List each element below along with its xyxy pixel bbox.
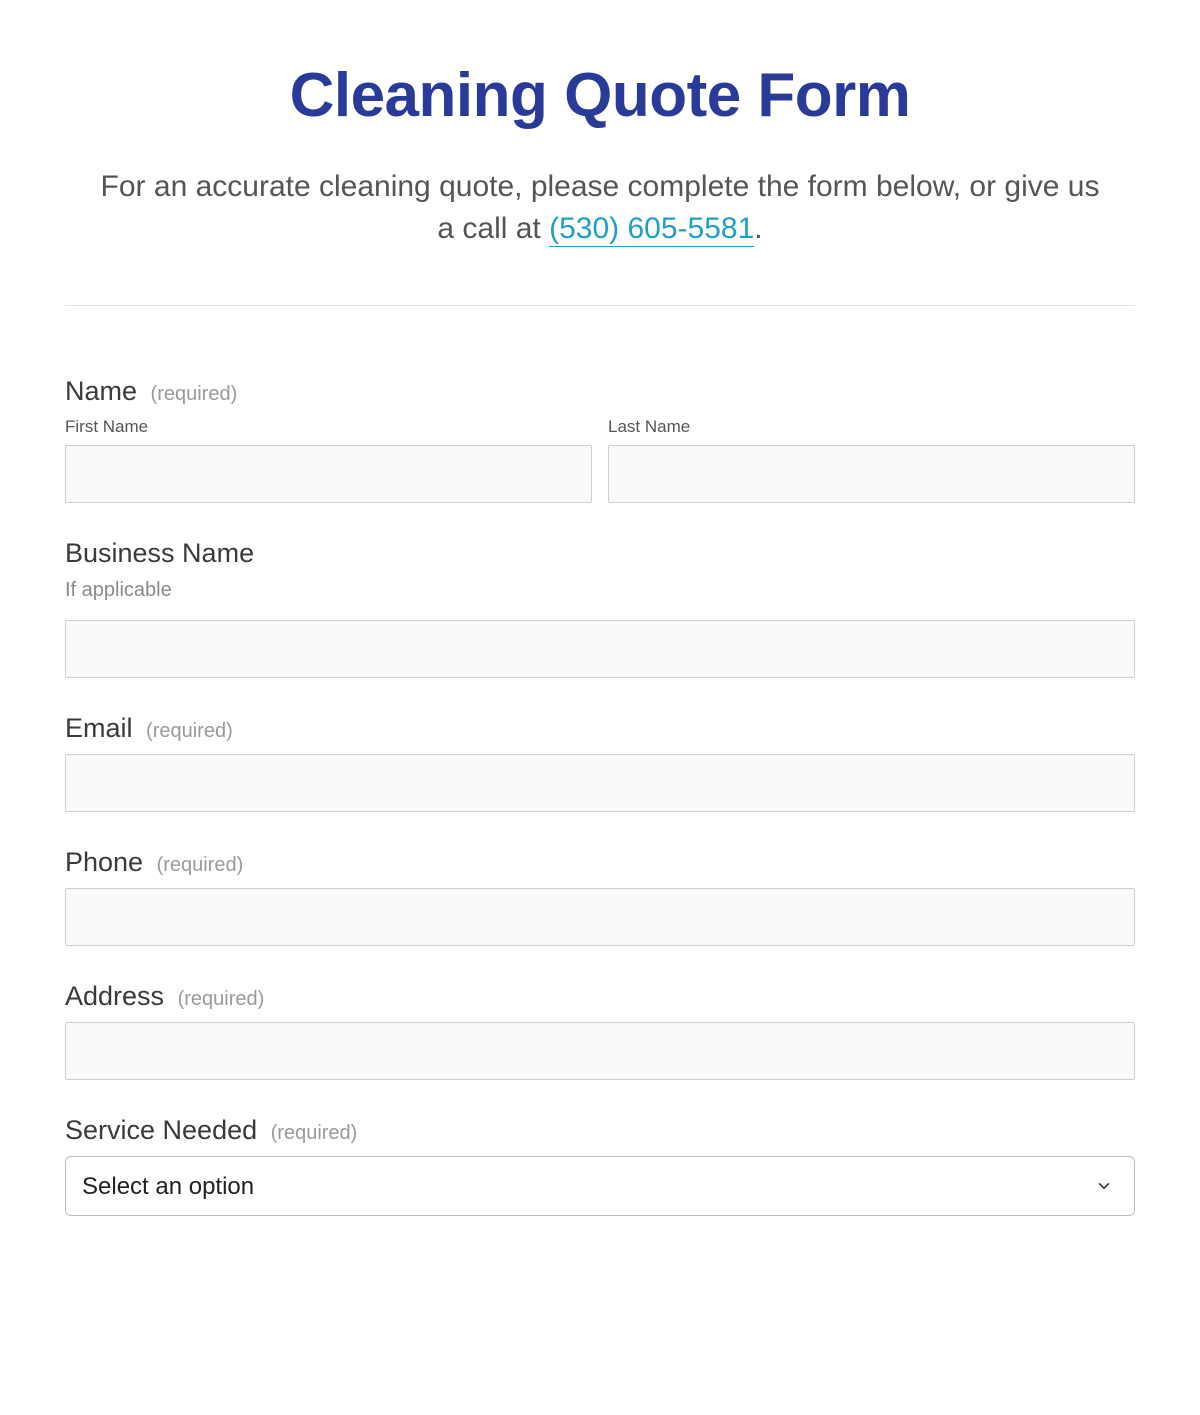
phone-link[interactable]: (530) 605-5581 — [549, 212, 754, 247]
phone-label: Phone (required) — [65, 847, 1135, 878]
service-select[interactable]: Select an option — [65, 1156, 1135, 1216]
first-name-sublabel: First Name — [65, 417, 592, 437]
email-input[interactable] — [65, 754, 1135, 812]
business-hint: If applicable — [65, 579, 1135, 602]
address-input[interactable] — [65, 1022, 1135, 1080]
page-title: Cleaning Quote Form — [65, 60, 1135, 131]
business-field-group: Business Name If applicable — [65, 538, 1135, 678]
phone-label-text: Phone — [65, 847, 143, 877]
address-label: Address (required) — [65, 981, 1135, 1012]
last-name-sublabel: Last Name — [608, 417, 1135, 437]
name-label: Name (required) — [65, 376, 1135, 407]
required-tag: (required) — [271, 1122, 358, 1144]
phone-field-group: Phone (required) — [65, 847, 1135, 946]
name-label-text: Name — [65, 376, 137, 406]
required-tag: (required) — [151, 383, 238, 405]
required-tag: (required) — [146, 720, 233, 742]
service-label-text: Service Needed — [65, 1115, 257, 1145]
address-field-group: Address (required) — [65, 981, 1135, 1080]
service-label: Service Needed (required) — [65, 1115, 1135, 1146]
business-name-input[interactable] — [65, 620, 1135, 678]
divider — [65, 305, 1135, 306]
email-field-group: Email (required) — [65, 713, 1135, 812]
required-tag: (required) — [157, 854, 244, 876]
phone-input[interactable] — [65, 888, 1135, 946]
intro-text: For an accurate cleaning quote, please c… — [100, 166, 1100, 250]
last-name-input[interactable] — [608, 445, 1135, 503]
required-tag: (required) — [178, 988, 265, 1010]
first-name-input[interactable] — [65, 445, 592, 503]
service-field-group: Service Needed (required) Select an opti… — [65, 1115, 1135, 1216]
name-field-group: Name (required) First Name Last Name — [65, 376, 1135, 503]
address-label-text: Address — [65, 981, 164, 1011]
email-label-text: Email — [65, 713, 133, 743]
email-label: Email (required) — [65, 713, 1135, 744]
intro-suffix: . — [754, 212, 762, 245]
business-label: Business Name — [65, 538, 1135, 569]
